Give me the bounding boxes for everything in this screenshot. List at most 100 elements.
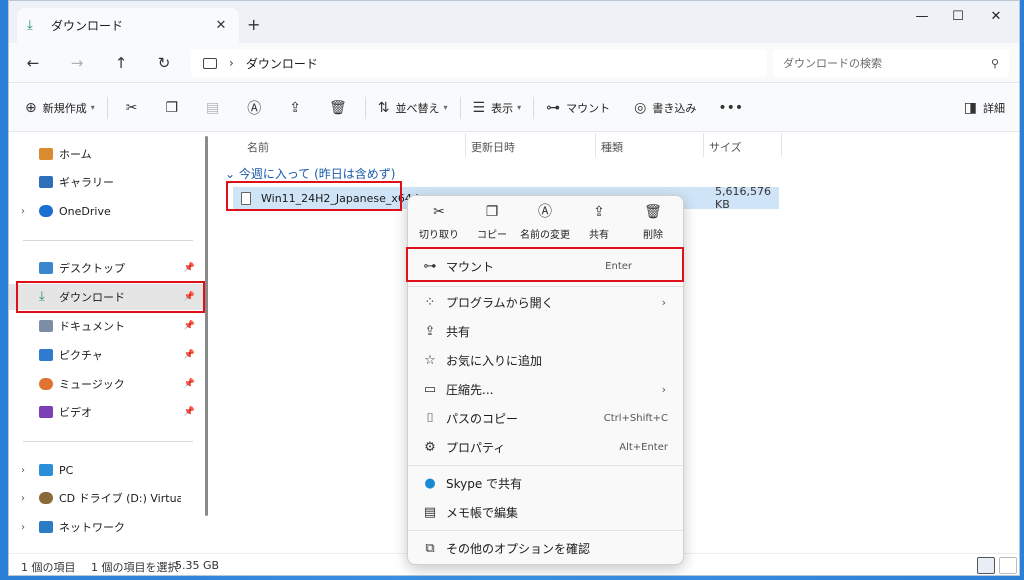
desktop-icon xyxy=(39,262,53,274)
cut-label: 切り取り xyxy=(419,230,459,241)
menu-divider xyxy=(408,286,683,287)
breadcrumb[interactable]: ダウンロード xyxy=(246,55,318,72)
rename-action[interactable]: Ⓐ 名前の変更 xyxy=(516,202,574,241)
pin-icon[interactable]: 📌 xyxy=(184,263,195,273)
chevron-right-icon[interactable]: › xyxy=(21,206,25,217)
sidebar-highlight-box xyxy=(16,281,205,313)
delete-icon: 🗑 xyxy=(644,204,662,220)
forward-button[interactable]: → xyxy=(65,52,89,74)
pin-icon[interactable]: 📌 xyxy=(184,350,195,360)
sidebar-item-cd-drive[interactable]: › CD ドライブ (D:) VirtualBox Gues xyxy=(9,485,205,511)
disc-icon: ◎ xyxy=(634,99,647,116)
sidebar-item-gallery[interactable]: ギャラリー xyxy=(9,169,205,195)
paste-button[interactable]: ▤ xyxy=(198,92,233,124)
back-button[interactable]: ← xyxy=(21,52,45,74)
maximize-button[interactable]: ☐ xyxy=(943,9,973,24)
group-header[interactable]: ⌄ 今週に入って (昨日は含めず) xyxy=(225,165,395,182)
menu-item-label: メモ帳で編集 xyxy=(446,505,519,520)
mount-button[interactable]: ⊶ マウント xyxy=(538,92,618,124)
menu-item-label: パスのコピー xyxy=(446,411,519,426)
copy-button[interactable]: ❐ xyxy=(157,92,192,124)
sidebar-item-home[interactable]: ホーム xyxy=(9,141,205,167)
menu-item-compress[interactable]: ▭ 圧縮先... › xyxy=(412,375,680,403)
column-header-type[interactable]: 種類 xyxy=(601,139,623,155)
file-highlight-box xyxy=(226,181,402,211)
music-icon xyxy=(39,378,53,390)
open-with-icon: ⁘ xyxy=(424,294,436,310)
burn-label: 書き込み xyxy=(652,101,697,115)
sidebar-item-desktop[interactable]: デスクトップ 📌 xyxy=(9,255,205,281)
chevron-right-icon[interactable]: › xyxy=(21,493,25,504)
plus-circle-icon: ⊕ xyxy=(25,99,37,116)
view-button[interactable]: ☰ 表示 ▾ xyxy=(465,92,530,124)
menu-item-properties[interactable]: ⚙ プロパティ Alt+Enter xyxy=(412,433,680,461)
cut-button[interactable]: ✂ xyxy=(118,92,152,124)
rename-button[interactable]: Ⓐ xyxy=(239,92,275,124)
close-tab-icon[interactable]: ✕ xyxy=(213,18,229,33)
burn-button[interactable]: ◎ 書き込み xyxy=(626,92,704,124)
sidebar-item-pc[interactable]: › PC xyxy=(9,457,205,483)
share-icon: ⇪ xyxy=(593,204,605,220)
new-button[interactable]: ⊕ 新規作成 ▾ xyxy=(17,92,103,124)
minimize-button[interactable]: — xyxy=(907,9,937,24)
share-button[interactable]: ⇪ xyxy=(281,92,315,124)
details-button[interactable]: ◨ 詳細 xyxy=(956,92,1013,124)
sidebar-item-documents[interactable]: ドキュメント 📌 xyxy=(9,313,205,339)
copy-icon: ❐ xyxy=(165,99,179,116)
copy-icon: ❐ xyxy=(485,204,499,220)
close-window-button[interactable]: ✕ xyxy=(981,9,1011,24)
new-tab-button[interactable]: + xyxy=(247,15,260,34)
tiles-view-button[interactable] xyxy=(999,557,1017,574)
delete-button[interactable]: 🗑 xyxy=(321,92,361,124)
column-header-size[interactable]: サイズ xyxy=(709,139,742,155)
menu-item-label: その他のオプションを確認 xyxy=(446,541,591,556)
delete-action[interactable]: 🗑 削除 xyxy=(624,202,682,241)
menu-item-share[interactable]: ⇪ 共有 xyxy=(412,317,680,345)
column-header-name[interactable]: 名前 xyxy=(247,139,269,155)
address-bar[interactable]: › ダウンロード xyxy=(191,49,767,77)
tab-downloads[interactable]: ⤓ ダウンロード ✕ xyxy=(17,8,239,43)
cut-action[interactable]: ✂ 切り取り xyxy=(410,202,468,241)
zip-icon: ▭ xyxy=(423,381,437,397)
selected-size: 5.35 GB xyxy=(175,559,220,572)
sidebar-item-onedrive[interactable]: › OneDrive xyxy=(9,198,205,224)
pc-icon xyxy=(39,464,53,476)
chevron-right-icon[interactable]: › xyxy=(21,522,25,533)
sidebar-item-videos[interactable]: ビデオ 📌 xyxy=(9,399,205,425)
sort-button[interactable]: ⇅ 並べ替え ▾ xyxy=(370,92,456,124)
menu-item-open-with[interactable]: ⁘ プログラムから開く › xyxy=(412,288,680,316)
sidebar-item-music[interactable]: ミュージック 📌 xyxy=(9,371,205,397)
sidebar-scrollbar[interactable] xyxy=(205,136,208,516)
mount-icon: ⊶ xyxy=(546,99,561,116)
copy-path-icon: ⌷ xyxy=(426,410,434,426)
menu-item-notepad[interactable]: ▤ メモ帳で編集 xyxy=(412,498,680,526)
chevron-right-icon: › xyxy=(661,295,666,309)
share-label: 共有 xyxy=(589,230,609,241)
up-button[interactable]: ↑ xyxy=(109,52,133,74)
pin-icon[interactable]: 📌 xyxy=(184,321,195,331)
copy-action[interactable]: ❐ コピー xyxy=(463,202,521,241)
refresh-button[interactable]: ↻ xyxy=(152,52,176,74)
sidebar-item-pictures[interactable]: ピクチャ 📌 xyxy=(9,342,205,368)
menu-item-copy-path[interactable]: ⌷ パスのコピー Ctrl+Shift+C xyxy=(412,404,680,432)
details-view-button[interactable] xyxy=(977,557,995,574)
cut-icon: ✂ xyxy=(125,99,138,116)
search-input[interactable] xyxy=(783,56,991,70)
menu-item-label: Skype で共有 xyxy=(446,476,523,491)
sidebar-item-network[interactable]: › ネットワーク xyxy=(9,514,205,540)
search-box[interactable]: ⚲ xyxy=(773,49,1009,77)
menu-item-skype[interactable]: ● Skype で共有 xyxy=(412,469,680,497)
share-action[interactable]: ⇪ 共有 xyxy=(570,202,628,241)
menu-item-more-options[interactable]: ⧉ その他のオプションを確認 xyxy=(412,534,680,562)
menu-item-add-favorite[interactable]: ☆ お気に入りに追加 xyxy=(412,346,680,374)
address-row: ← → ↑ ↻ › ダウンロード ⚲ xyxy=(9,43,1019,83)
pin-icon[interactable]: 📌 xyxy=(184,407,195,417)
details-label: 詳細 xyxy=(983,101,1005,115)
more-button[interactable]: ••• xyxy=(710,92,757,124)
chevron-right-icon[interactable]: › xyxy=(21,465,25,476)
selected-count: 1 個の項目を選択 xyxy=(91,561,179,574)
pin-icon[interactable]: 📌 xyxy=(184,379,195,389)
copy-label: コピー xyxy=(477,230,507,241)
column-header-modified[interactable]: 更新日時 xyxy=(471,139,515,155)
search-icon[interactable]: ⚲ xyxy=(991,57,999,70)
